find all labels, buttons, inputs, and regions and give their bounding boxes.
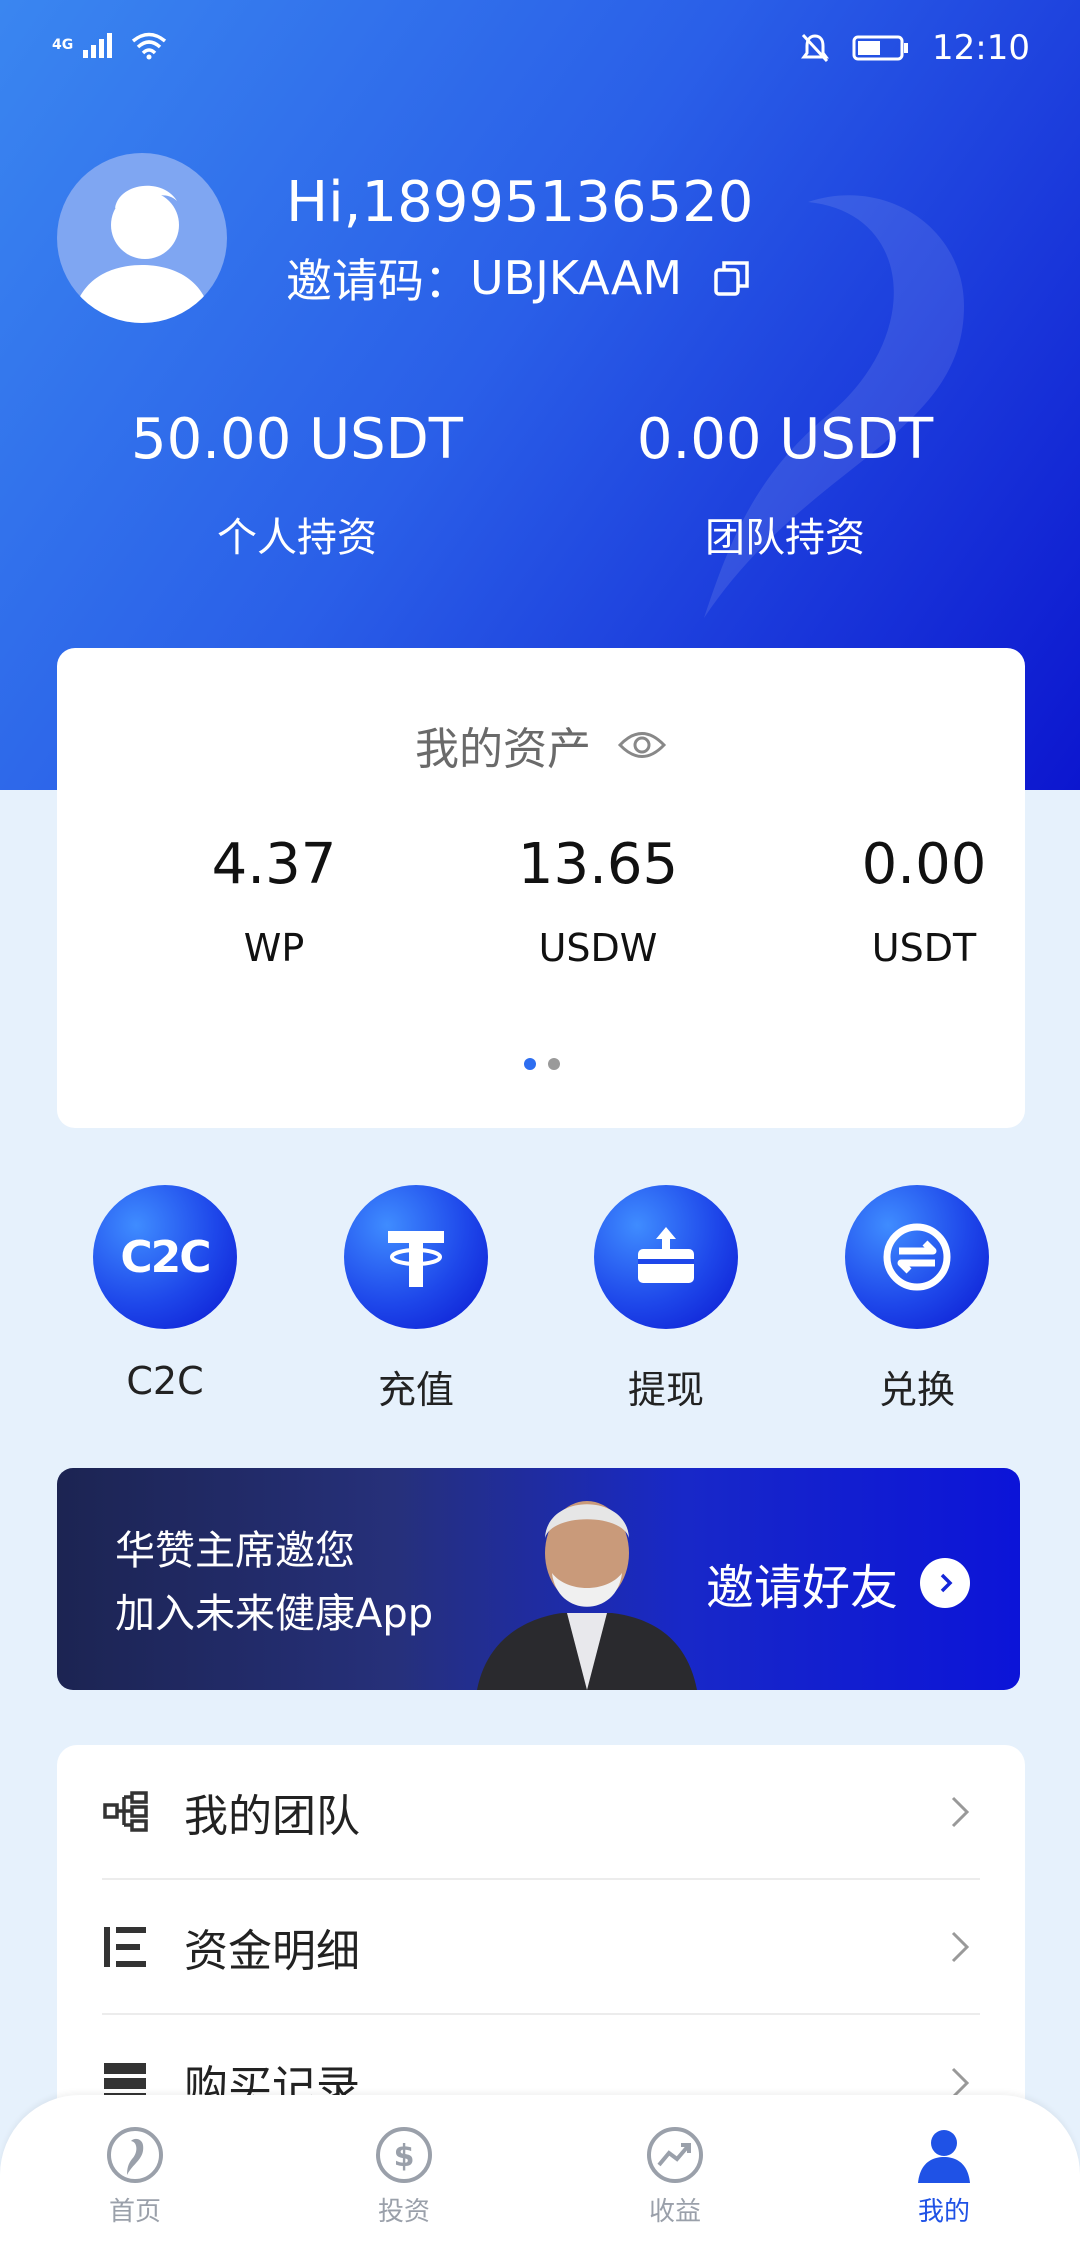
copy-icon[interactable] xyxy=(712,258,752,298)
tether-icon xyxy=(344,1185,488,1329)
invite-label: 邀请码： xyxy=(286,254,470,308)
team-holding: 0.00 USDT 团队持资 xyxy=(575,405,995,563)
personal-holding-label: 个人持资 xyxy=(217,515,377,561)
nav-label: 收益 xyxy=(648,2197,701,2227)
invite-code-row: 邀请码： UBJKAAM xyxy=(286,245,752,311)
page-dot-active xyxy=(524,1058,536,1070)
personal-holding-amount: 50.00 USDT xyxy=(131,407,463,472)
dollar-icon: $ xyxy=(376,2127,432,2183)
menu-item-my-team[interactable]: 我的团队 xyxy=(102,1745,980,1880)
action-recharge[interactable]: 充值 xyxy=(316,1185,516,1414)
nav-invest[interactable]: $ 投资 xyxy=(324,2125,484,2228)
nav-label: 我的 xyxy=(917,2197,970,2227)
menu-item-fund-details[interactable]: 资金明细 xyxy=(102,1880,980,2015)
exchange-icon xyxy=(845,1185,989,1329)
nav-home[interactable]: 首页 xyxy=(55,2125,215,2228)
c2c-icon: C2C xyxy=(93,1185,237,1329)
nav-label: 投资 xyxy=(377,2197,430,2227)
action-label: 兑换 xyxy=(878,1368,955,1412)
team-holding-amount: 0.00 USDT xyxy=(636,407,934,472)
asset-value: 0.00 xyxy=(861,832,987,897)
personal-holding: 50.00 USDT 个人持资 xyxy=(87,405,507,563)
svg-text:$: $ xyxy=(394,2139,415,2174)
chevron-right-icon xyxy=(920,1558,970,1608)
asset-usdt[interactable]: 0.00 USDT xyxy=(794,830,1054,970)
invite-friends-button[interactable]: 邀请好友 xyxy=(706,1548,970,1618)
asset-wp[interactable]: 4.37 WP xyxy=(144,830,404,970)
asset-value: 4.37 xyxy=(211,832,337,897)
invite-code: UBJKAAM xyxy=(470,251,683,305)
nav-label: 首页 xyxy=(108,2197,161,2227)
clock: 12:10 xyxy=(932,28,1030,68)
asset-unit: USDT xyxy=(871,926,977,970)
trend-icon xyxy=(647,2127,703,2183)
action-c2c[interactable]: C2C C2C xyxy=(65,1185,265,1403)
asset-unit: USDW xyxy=(538,926,658,970)
mute-bell-icon xyxy=(801,33,830,63)
home-logo-icon xyxy=(107,2127,163,2183)
nav-earnings[interactable]: 收益 xyxy=(595,2125,755,2228)
list-detail-icon xyxy=(102,1925,158,1969)
page-indicator xyxy=(524,1058,560,1070)
asset-value: 13.65 xyxy=(517,832,679,897)
nav-mine[interactable]: 我的 xyxy=(864,2125,1024,2228)
battery-icon xyxy=(852,35,909,61)
wifi-icon xyxy=(132,32,167,60)
action-exchange[interactable]: 兑换 xyxy=(817,1185,1017,1414)
banner-line-2: 加入未来健康App xyxy=(115,1591,434,1637)
action-label: C2C xyxy=(126,1359,204,1403)
invite-friends-label: 邀请好友 xyxy=(705,1560,898,1616)
user-icon xyxy=(918,2130,970,2183)
chevron-right-icon xyxy=(951,1931,970,1962)
withdraw-icon xyxy=(594,1185,738,1329)
greeting: Hi,18995136520 xyxy=(286,170,754,235)
invite-banner[interactable]: 华赞主席邀您 加入未来健康App 邀请好友 xyxy=(57,1468,1020,1690)
default-user-icon xyxy=(72,185,212,323)
signal-icon xyxy=(83,33,113,58)
menu-label: 资金明细 xyxy=(184,1925,360,1977)
assets-title: 我的资产 xyxy=(415,724,591,775)
banner-line-1: 华赞主席邀您 xyxy=(115,1528,355,1574)
action-label: 充值 xyxy=(377,1368,454,1412)
my-assets-card: 我的资产 4.37 WP 13.65 USDW 0.00 USDT xyxy=(57,648,1025,1128)
page-dot xyxy=(548,1058,560,1070)
asset-unit: WP xyxy=(243,926,305,970)
action-withdraw[interactable]: 提现 xyxy=(566,1185,766,1414)
asset-usdw[interactable]: 13.65 USDW xyxy=(468,830,728,970)
team-tree-icon xyxy=(102,1790,158,1834)
avatar[interactable] xyxy=(57,153,227,323)
menu-label: 我的团队 xyxy=(184,1790,360,1842)
network-type: 4G xyxy=(52,37,74,53)
team-holding-label: 团队持资 xyxy=(705,515,865,561)
bottom-nav: 首页 $ 投资 收益 我的 xyxy=(0,2095,1080,2244)
banner-text: 华赞主席邀您 加入未来健康App xyxy=(115,1520,433,1646)
eye-icon[interactable] xyxy=(617,728,667,762)
chevron-right-icon xyxy=(951,1796,970,1827)
chairman-portrait-image xyxy=(477,1501,697,1690)
status-bar: 4G 12:10 xyxy=(0,0,1080,100)
action-label: 提现 xyxy=(627,1368,704,1412)
